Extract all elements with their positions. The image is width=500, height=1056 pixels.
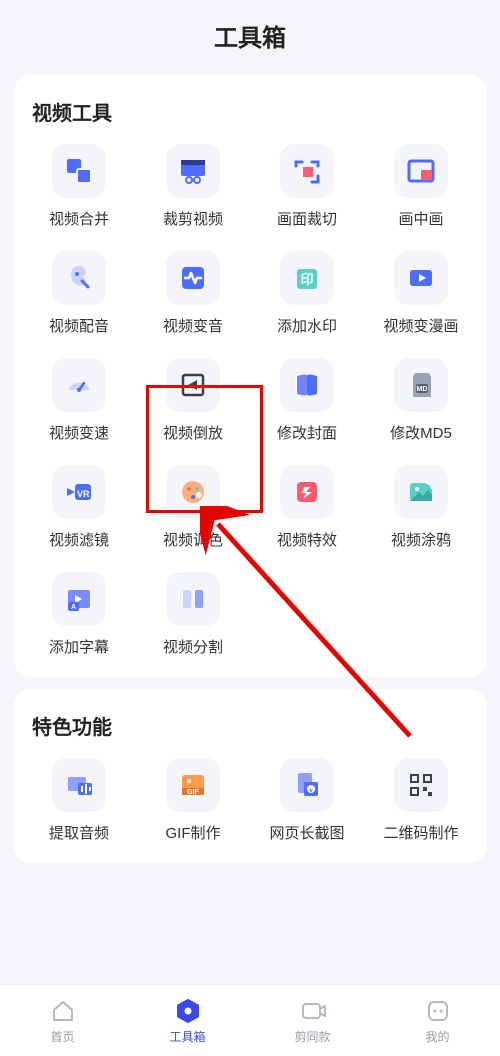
section-1: 特色功能提取音频 GIF GIF制作 e 网页长截图 二维码制作 xyxy=(14,689,486,863)
tool-crop-video[interactable]: 裁剪视频 xyxy=(136,144,250,229)
tool-grid: 提取音频 GIF GIF制作 e 网页长截图 二维码制作 xyxy=(22,754,478,851)
tool-reverse[interactable]: 视频倒放 xyxy=(136,358,250,443)
tool-video-merge[interactable]: 视频合并 xyxy=(22,144,136,229)
watermark-icon: 印 xyxy=(280,251,334,305)
doodle-icon xyxy=(394,465,448,519)
tool-frame-crop[interactable]: 画面裁切 xyxy=(250,144,364,229)
tool-label: 视频变速 xyxy=(49,422,109,443)
section-0: 视频工具视频合并裁剪视频画面裁切画中画视频配音视频变音印添加水印视频变漫画视频变… xyxy=(14,75,486,677)
filter-icon: VR xyxy=(52,465,106,519)
tool-label: 画中画 xyxy=(398,208,443,229)
frame-crop-icon xyxy=(280,144,334,198)
subtitle-icon: A xyxy=(52,572,106,626)
tool-long-shot[interactable]: e 网页长截图 xyxy=(250,758,364,843)
tool-watermark[interactable]: 印添加水印 xyxy=(250,251,364,336)
tool-label: 视频调色 xyxy=(163,529,223,550)
tool-cover[interactable]: 修改封面 xyxy=(250,358,364,443)
tool-qrcode[interactable]: 二维码制作 xyxy=(364,758,478,843)
reverse-icon xyxy=(166,358,220,412)
tab-bar: 首页 工具箱 剪同款 我的 xyxy=(0,984,500,1056)
tool-label: 视频倒放 xyxy=(163,422,223,443)
tool-label: 视频变音 xyxy=(163,315,223,336)
tab-label: 首页 xyxy=(50,1028,74,1045)
video-dub-icon xyxy=(52,251,106,305)
long-shot-icon: e xyxy=(280,758,334,812)
tool-md5[interactable]: MD 修改MD5 xyxy=(364,358,478,443)
effects-icon xyxy=(280,465,334,519)
tool-label: 视频合并 xyxy=(49,208,109,229)
video-merge-icon xyxy=(52,144,106,198)
split-icon xyxy=(166,572,220,626)
tool-label: 修改封面 xyxy=(277,422,337,443)
tool-filter[interactable]: VR 视频滤镜 xyxy=(22,465,136,550)
tab-clip[interactable]: 剪同款 xyxy=(250,985,375,1056)
extract-audio-icon xyxy=(52,758,106,812)
tool-label: 画面裁切 xyxy=(277,208,337,229)
tool-video-dub[interactable]: 视频配音 xyxy=(22,251,136,336)
tool-label: GIF制作 xyxy=(166,822,221,843)
tool-extract-audio[interactable]: 提取音频 xyxy=(22,758,136,843)
tool-effects[interactable]: 视频特效 xyxy=(250,465,364,550)
page-title: 工具箱 xyxy=(0,0,500,67)
tool-to-comic[interactable]: 视频变漫画 xyxy=(364,251,478,336)
tool-voice-change[interactable]: 视频变音 xyxy=(136,251,250,336)
cover-icon xyxy=(280,358,334,412)
tool-label: 添加字幕 xyxy=(49,636,109,657)
md5-icon: MD xyxy=(394,358,448,412)
toolbox-tab-icon xyxy=(174,997,202,1025)
tool-label: 视频特效 xyxy=(277,529,337,550)
section-title: 视频工具 xyxy=(22,93,478,140)
home-tab-icon xyxy=(49,997,77,1025)
tool-label: 视频分割 xyxy=(163,636,223,657)
tool-label: 二维码制作 xyxy=(383,822,458,843)
mine-tab-icon xyxy=(424,997,452,1025)
svg-text:MD: MD xyxy=(417,386,428,393)
tab-label: 工具箱 xyxy=(169,1028,205,1045)
tool-label: 视频涂鸦 xyxy=(391,529,451,550)
speed-icon xyxy=(52,358,106,412)
crop-video-icon xyxy=(166,144,220,198)
tool-label: 视频变漫画 xyxy=(383,315,458,336)
section-title: 特色功能 xyxy=(22,707,478,754)
tool-gif[interactable]: GIF GIF制作 xyxy=(136,758,250,843)
tab-home[interactable]: 首页 xyxy=(0,985,125,1056)
tab-toolbox[interactable]: 工具箱 xyxy=(125,985,250,1056)
tab-label: 剪同款 xyxy=(294,1028,330,1045)
clip-tab-icon xyxy=(299,997,327,1025)
tool-label: 视频滤镜 xyxy=(49,529,109,550)
tab-mine[interactable]: 我的 xyxy=(375,985,500,1056)
tool-label: 裁剪视频 xyxy=(163,208,223,229)
tool-speed[interactable]: 视频变速 xyxy=(22,358,136,443)
color-icon xyxy=(166,465,220,519)
tool-label: 添加水印 xyxy=(277,315,337,336)
tool-pip[interactable]: 画中画 xyxy=(364,144,478,229)
qrcode-icon xyxy=(394,758,448,812)
tool-split[interactable]: 视频分割 xyxy=(136,572,250,657)
tool-color[interactable]: 视频调色 xyxy=(136,465,250,550)
gif-icon: GIF xyxy=(166,758,220,812)
tool-subtitle[interactable]: A 添加字幕 xyxy=(22,572,136,657)
to-comic-icon xyxy=(394,251,448,305)
tool-label: 修改MD5 xyxy=(390,422,452,443)
svg-text:GIF: GIF xyxy=(187,789,199,796)
tool-label: 视频配音 xyxy=(49,315,109,336)
pip-icon xyxy=(394,144,448,198)
voice-change-icon xyxy=(166,251,220,305)
tool-doodle[interactable]: 视频涂鸦 xyxy=(364,465,478,550)
tool-label: 网页长截图 xyxy=(269,822,344,843)
svg-text:A: A xyxy=(71,604,76,611)
svg-text:VR: VR xyxy=(77,489,90,499)
svg-text:印: 印 xyxy=(300,272,313,287)
tool-grid: 视频合并裁剪视频画面裁切画中画视频配音视频变音印添加水印视频变漫画视频变速视频倒… xyxy=(22,140,478,665)
tab-label: 我的 xyxy=(425,1028,449,1045)
tool-label: 提取音频 xyxy=(49,822,109,843)
